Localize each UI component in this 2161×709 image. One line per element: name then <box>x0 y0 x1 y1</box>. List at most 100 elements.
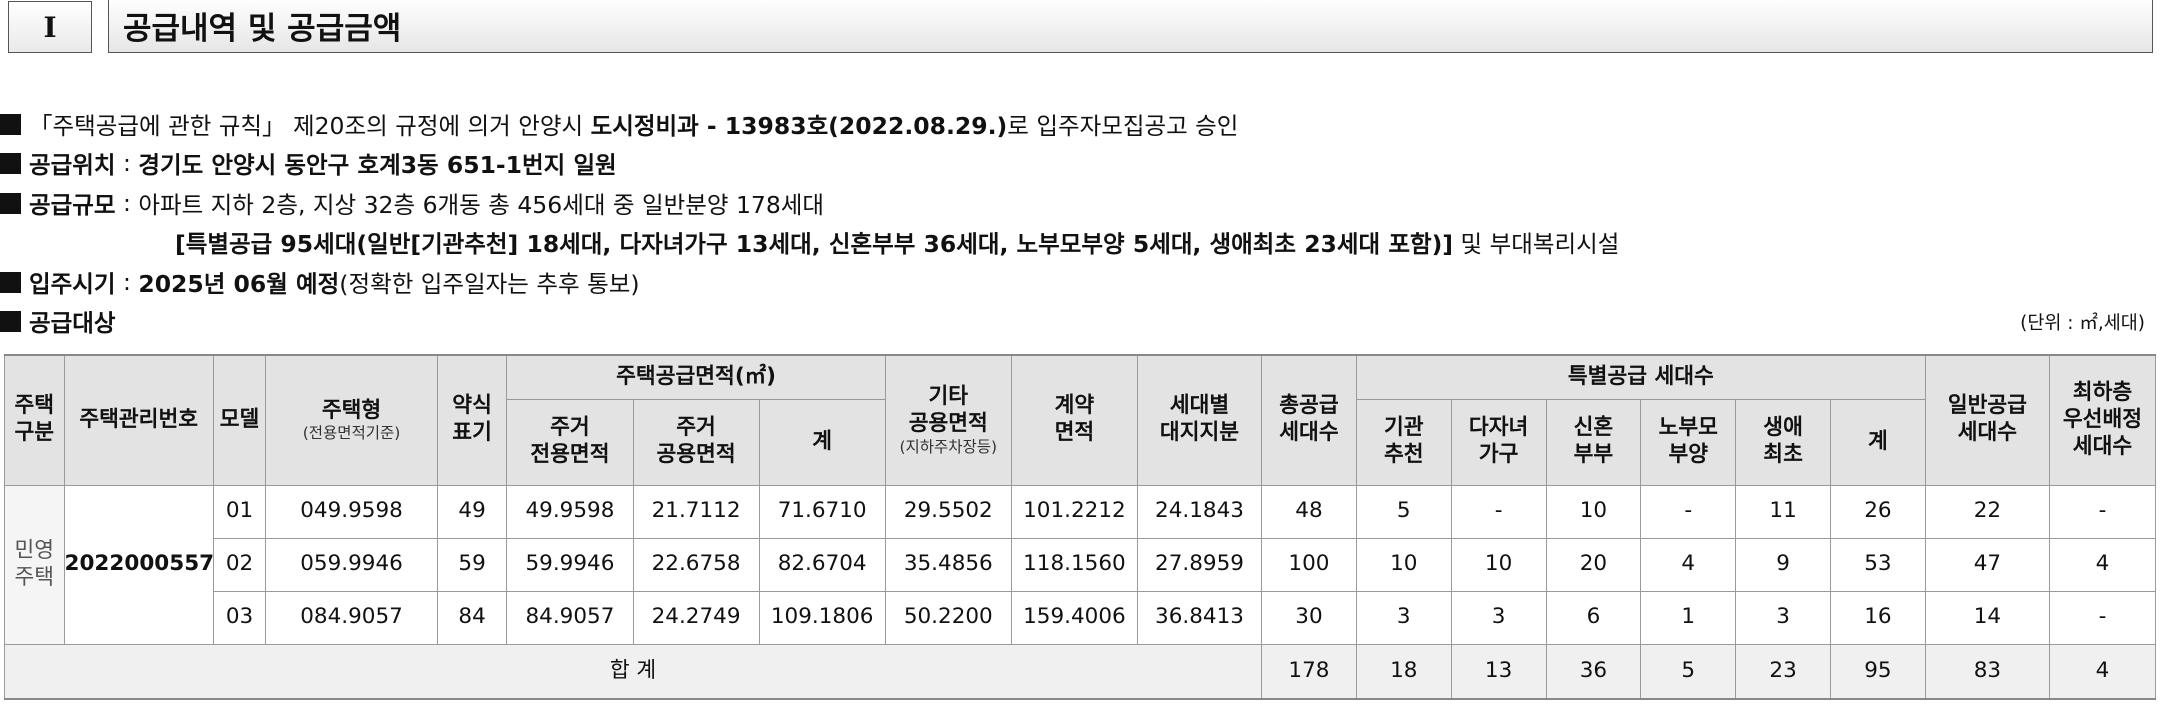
cell-exclusive: 49.9598 <box>506 484 634 539</box>
cell-general: 22 <box>1924 484 2050 539</box>
square-bullet-icon <box>0 192 21 214</box>
scale-line: 공급규모 : 아파트 지하 2층, 지상 32층 6개동 총 456세대 중 일… <box>0 188 825 219</box>
header-institution: 기관 추천 <box>1355 398 1452 486</box>
cell-abbr: 59 <box>436 537 508 592</box>
cell-common: 24.2749 <box>632 590 760 645</box>
cell-model: 03 <box>212 590 267 645</box>
section-title: 공급내역 및 공급금액 <box>108 0 2153 53</box>
table-row: 03 084.9057 84 84.9057 24.2749 109.1806 … <box>5 590 2157 645</box>
header-abbreviation: 약식 표기 <box>436 354 508 486</box>
header-first-time: 생애 최초 <box>1735 398 1831 486</box>
square-bullet-icon <box>0 310 21 332</box>
special-supply-suffix: 및 부대복리시설 <box>1453 230 1620 258</box>
cell-institution: 10 <box>1355 537 1452 592</box>
cell-total: 100 <box>1261 537 1357 592</box>
special-supply-detail: [특별공급 95세대(일반[기관추천] 18세대, 다자녀가구 13세대, 신혼… <box>175 230 1454 258</box>
target-label: 공급대상 <box>29 309 116 337</box>
cell-model: 01 <box>212 484 267 539</box>
mgmt-number-cell: 2022000557 <box>63 484 214 645</box>
movein-label: 입주시기 <box>29 270 116 298</box>
cell-land: 24.1843 <box>1136 484 1263 539</box>
table-row: 02 059.9946 59 59.9946 22.6758 82.6704 3… <box>5 537 2157 592</box>
header-land-share: 세대별 대지지분 <box>1136 354 1263 486</box>
cell-total: 30 <box>1261 590 1357 645</box>
table-row: 민영 주택 2022000557 01 049.9598 49 49.9598 … <box>4 484 2157 645</box>
cell-abbr: 49 <box>436 484 508 539</box>
cell-exclusive: 84.9057 <box>506 590 634 645</box>
cell-abbr: 84 <box>436 590 508 645</box>
cell-house-type: 084.9057 <box>265 590 438 645</box>
movein-line: 입주시기 : 2025년 06월 예정 (정확한 입주일자는 추후 통보) <box>0 267 640 298</box>
header-house-type: 주택형 (전용면적기준) <box>265 354 438 486</box>
cell-other-common: 50.2200 <box>884 590 1012 645</box>
header-special-sum: 계 <box>1830 398 1926 486</box>
approval-number: 도시정비과 - 13983호(2022.08.29.) <box>590 112 1008 140</box>
cell-common: 22.6758 <box>632 537 760 592</box>
cell-special-sum: 26 <box>1830 484 1926 539</box>
cell-firsttime: 9 <box>1735 537 1831 592</box>
header-area-sum: 계 <box>758 398 886 486</box>
cell-institution: 3 <box>1355 590 1452 645</box>
colon: : <box>115 189 139 217</box>
square-bullet-icon <box>0 271 21 293</box>
cell-other-common: 29.5502 <box>884 484 1012 539</box>
header-lowest-floor: 최하층 우선배정 세대수 <box>2048 354 2157 486</box>
section-number: I <box>8 1 92 53</box>
cell-common: 21.7112 <box>632 484 760 539</box>
location-line: 공급위치 : 경기도 안양시 동안구 호계3동 651-1번지 일원 <box>0 148 617 179</box>
cell-firsttime: 11 <box>1735 484 1831 539</box>
approval-suffix: 로 입주자모집공고 승인 <box>1007 112 1239 140</box>
approval-line: 「주택공급에 관한 규칙」 제20조의 규정에 의거 안양시 도시정비과 - 1… <box>0 109 1239 140</box>
cell-special-sum: 16 <box>1830 590 1926 645</box>
cell-area-sum: 82.6704 <box>758 537 886 592</box>
region-cell: 민영 주택 <box>4 484 65 645</box>
cell-house-type: 049.9598 <box>265 484 438 539</box>
header-model: 모델 <box>212 354 267 486</box>
cell-newlywed: 20 <box>1545 537 1642 592</box>
location-value: 경기도 안양시 동안구 호계3동 651-1번지 일원 <box>138 151 617 179</box>
header-total-supply: 총공급 세대수 <box>1261 354 1357 486</box>
supply-table: 주택 구분 주택관리번호 모델 주택형 (전용면적기준) 약식 표기 주택공급면적… <box>3 354 2157 700</box>
total-newlywed: 36 <box>1545 643 1642 700</box>
scale-value: 아파트 지하 2층, 지상 32층 6개동 총 456세대 중 일반분양 178… <box>138 191 825 219</box>
header-supply-area-group: 주택공급면적(㎡) <box>506 354 886 400</box>
cell-firsttime: 3 <box>1735 590 1831 645</box>
total-firsttime: 23 <box>1735 643 1831 700</box>
cell-multichild: 10 <box>1450 537 1547 592</box>
header-contract-area: 계약 면적 <box>1010 354 1138 486</box>
cell-other-common: 35.4856 <box>884 537 1012 592</box>
header-multichild: 다자녀 가구 <box>1450 398 1547 486</box>
cell-house-type: 059.9946 <box>265 537 438 592</box>
total-total: 178 <box>1261 643 1357 700</box>
cell-total: 48 <box>1261 484 1357 539</box>
colon: : <box>115 268 139 296</box>
movein-note: (정확한 입주일자는 추후 통보) <box>339 270 640 298</box>
cell-exclusive: 59.9946 <box>506 537 634 592</box>
cell-lowfloor: - <box>2048 590 2157 645</box>
header-elderly-parents: 노부모 부양 <box>1640 398 1737 486</box>
cell-multichild: - <box>1450 484 1547 539</box>
target-line: 공급대상 <box>0 306 116 337</box>
cell-general: 14 <box>1924 590 2050 645</box>
cell-area-sum: 109.1806 <box>758 590 886 645</box>
cell-multichild: 3 <box>1450 590 1547 645</box>
cell-contract: 159.4006 <box>1010 590 1138 645</box>
square-bullet-icon <box>0 152 21 174</box>
cell-elderly: - <box>1640 484 1737 539</box>
cell-land: 27.8959 <box>1136 537 1263 592</box>
unit-note: (단위 : ㎡,세대) <box>2020 313 2145 334</box>
cell-contract: 118.1560 <box>1010 537 1138 592</box>
cell-lowfloor: 4 <box>2048 537 2157 592</box>
total-special-sum: 95 <box>1830 643 1926 700</box>
movein-date: 2025년 06월 예정 <box>138 270 340 298</box>
cell-institution: 5 <box>1355 484 1452 539</box>
cell-newlywed: 10 <box>1545 484 1642 539</box>
header-exclusive-area: 주거 전용면적 <box>506 398 634 486</box>
total-lowfloor: 4 <box>2048 643 2157 700</box>
header-special-supply-group: 특별공급 세대수 <box>1355 354 1926 400</box>
header-other-common-area: 기타 공용면적 (지하주차장등) <box>884 354 1012 486</box>
cell-lowfloor: - <box>2048 484 2157 539</box>
total-multichild: 13 <box>1450 643 1547 700</box>
total-institution: 18 <box>1355 643 1452 700</box>
scale-detail-line: [특별공급 95세대(일반[기관추천] 18세대, 다자녀가구 13세대, 신혼… <box>175 227 1620 258</box>
